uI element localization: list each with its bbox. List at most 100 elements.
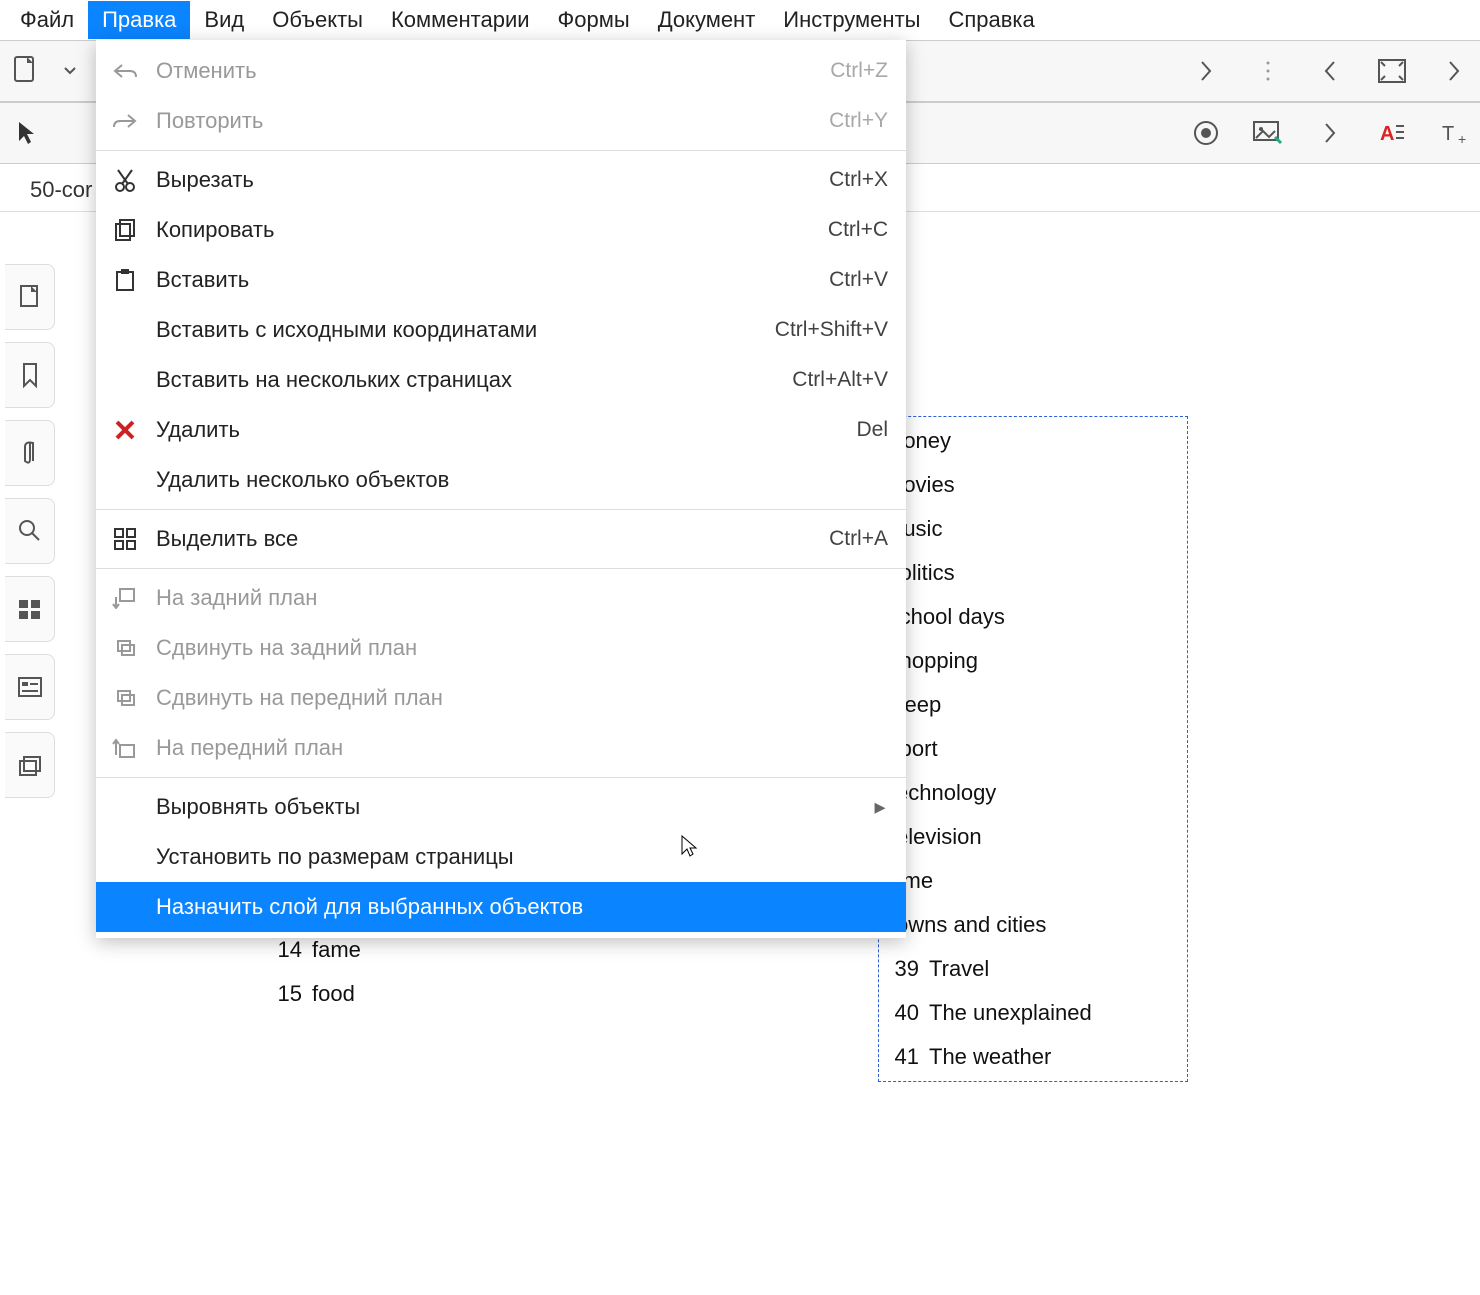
svg-text:+: +: [1458, 131, 1466, 146]
side-pages-icon[interactable]: [5, 264, 55, 330]
menu-item[interactable]: Удалить несколько объектов: [96, 455, 906, 505]
paste-icon: [110, 265, 140, 295]
menu-separator: [96, 509, 906, 510]
blank-icon: [110, 315, 140, 345]
side-bookmark-icon[interactable]: [5, 342, 55, 408]
menu-separator: [96, 568, 906, 569]
blank-icon: [110, 365, 140, 395]
menu-separator: [96, 777, 906, 778]
list-item: Television: [885, 815, 1181, 859]
menubar: Файл Правка Вид Объекты Комментарии Форм…: [0, 0, 1480, 40]
menu-item-label: Вставить: [156, 267, 813, 293]
image-edit-icon[interactable]: [1250, 115, 1286, 151]
list-item: School days: [885, 595, 1181, 639]
menu-item[interactable]: УдалитьDel: [96, 405, 906, 455]
copy-icon: [110, 215, 140, 245]
menu-item: Сдвинуть на передний план: [96, 673, 906, 723]
menu-view[interactable]: Вид: [190, 1, 258, 39]
chevron-right-icon-3[interactable]: [1312, 115, 1348, 151]
menu-item-label: Вырезать: [156, 167, 813, 193]
menu-item[interactable]: Вставить с исходными координатамиCtrl+Sh…: [96, 305, 906, 355]
menu-tools[interactable]: Инструменты: [769, 1, 934, 39]
menu-item[interactable]: Вырезать Ctrl+X: [96, 155, 906, 205]
side-form-icon[interactable]: [5, 654, 55, 720]
menu-edit[interactable]: Правка: [88, 1, 190, 39]
menu-item-label: Удалить: [156, 417, 840, 443]
menu-item-label: На передний план: [156, 735, 872, 761]
dots-icon[interactable]: [1250, 53, 1286, 89]
menu-item: Отменить Ctrl+Z: [96, 46, 906, 96]
menu-item[interactable]: Копировать Ctrl+C: [96, 205, 906, 255]
delete-icon: [110, 415, 140, 445]
menu-item: Сдвинуть на задний план: [96, 623, 906, 673]
menu-item[interactable]: Назначить слой для выбранных объектов: [96, 882, 906, 932]
menu-separator: [96, 150, 906, 151]
menu-item-label: Вставить с исходными координатами: [156, 317, 759, 343]
menu-item[interactable]: Вставить на нескольких страницахCtrl+Alt…: [96, 355, 906, 405]
bringforward-icon: [110, 683, 140, 713]
svg-text:A: A: [1380, 123, 1394, 145]
sendback-icon: [110, 583, 140, 613]
fit-window-icon[interactable]: [1374, 53, 1410, 89]
menu-comments[interactable]: Комментарии: [377, 1, 544, 39]
menu-item: Повторить Ctrl+Y: [96, 96, 906, 146]
chevron-left-icon[interactable]: [1312, 53, 1348, 89]
list-item: Politics: [885, 551, 1181, 595]
cursor-tool-icon[interactable]: [8, 115, 44, 151]
cut-icon: [110, 165, 140, 195]
list-item: Sport: [885, 727, 1181, 771]
menu-shortcut: Ctrl+Z: [830, 59, 888, 83]
menu-item-label: Сдвинуть на задний план: [156, 635, 872, 661]
menu-file[interactable]: Файл: [6, 1, 88, 39]
side-panel: [0, 254, 60, 798]
menu-item[interactable]: Выровнять объекты▸: [96, 782, 906, 832]
side-search-icon[interactable]: [5, 498, 55, 564]
side-attachment-icon[interactable]: [5, 420, 55, 486]
selectall-icon: [110, 524, 140, 554]
menu-item[interactable]: ВставитьCtrl+V: [96, 255, 906, 305]
chevron-right-icon-2[interactable]: [1436, 53, 1472, 89]
menu-item-label: На задний план: [156, 585, 872, 611]
menu-item-label: Копировать: [156, 217, 812, 243]
blank-icon: [110, 465, 140, 495]
list-item: 15food: [268, 972, 768, 1016]
menu-item-label: Вставить на нескольких страницах: [156, 367, 776, 393]
side-thumbnails-icon[interactable]: [5, 576, 55, 642]
menu-item[interactable]: Выделить все Ctrl+A: [96, 514, 906, 564]
list-item: Music: [885, 507, 1181, 551]
menu-shortcut: Ctrl+C: [828, 218, 888, 242]
mouse-cursor-icon: [680, 834, 698, 858]
menu-item-label: Отменить: [156, 58, 814, 84]
new-doc-icon[interactable]: [8, 53, 44, 89]
menu-forms[interactable]: Формы: [544, 1, 644, 39]
menu-item-label: Выделить все: [156, 526, 813, 552]
menu-item-label: Сдвинуть на передний план: [156, 685, 872, 711]
menu-item[interactable]: Установить по размерам страницы: [96, 832, 906, 882]
submenu-arrow-icon: ▸: [872, 794, 888, 820]
menu-shortcut: Ctrl+Y: [829, 109, 888, 133]
text-style-icon[interactable]: A: [1374, 115, 1410, 151]
dropdown-caret-icon[interactable]: [62, 53, 78, 89]
menu-shortcut: Ctrl+A: [829, 527, 888, 551]
menu-help[interactable]: Справка: [934, 1, 1048, 39]
list-item: 41The weather: [885, 1035, 1181, 1079]
menu-item-label: Удалить несколько объектов: [156, 467, 872, 493]
menu-item-label: Повторить: [156, 108, 813, 134]
record-icon[interactable]: [1188, 115, 1224, 151]
undo-icon: [110, 56, 140, 86]
doc-right-column[interactable]: Money Movies Music Politics School days …: [878, 416, 1188, 1082]
list-item: Technology: [885, 771, 1181, 815]
menu-document[interactable]: Документ: [644, 1, 770, 39]
chevron-right-icon[interactable]: [1188, 53, 1224, 89]
list-item: Shopping: [885, 639, 1181, 683]
text-add-icon[interactable]: T+: [1436, 115, 1472, 151]
list-item: 40The unexplained: [885, 991, 1181, 1035]
side-layers-icon[interactable]: [5, 732, 55, 798]
edit-dropdown: Отменить Ctrl+Z Повторить Ctrl+Y Вырезать Ctr…: [96, 40, 906, 938]
redo-icon: [110, 106, 140, 136]
menu-objects[interactable]: Объекты: [258, 1, 377, 39]
list-item: Money: [885, 419, 1181, 463]
list-item: Towns and cities: [885, 903, 1181, 947]
menu-shortcut: Ctrl+X: [829, 168, 888, 192]
blank-icon: [110, 892, 140, 922]
